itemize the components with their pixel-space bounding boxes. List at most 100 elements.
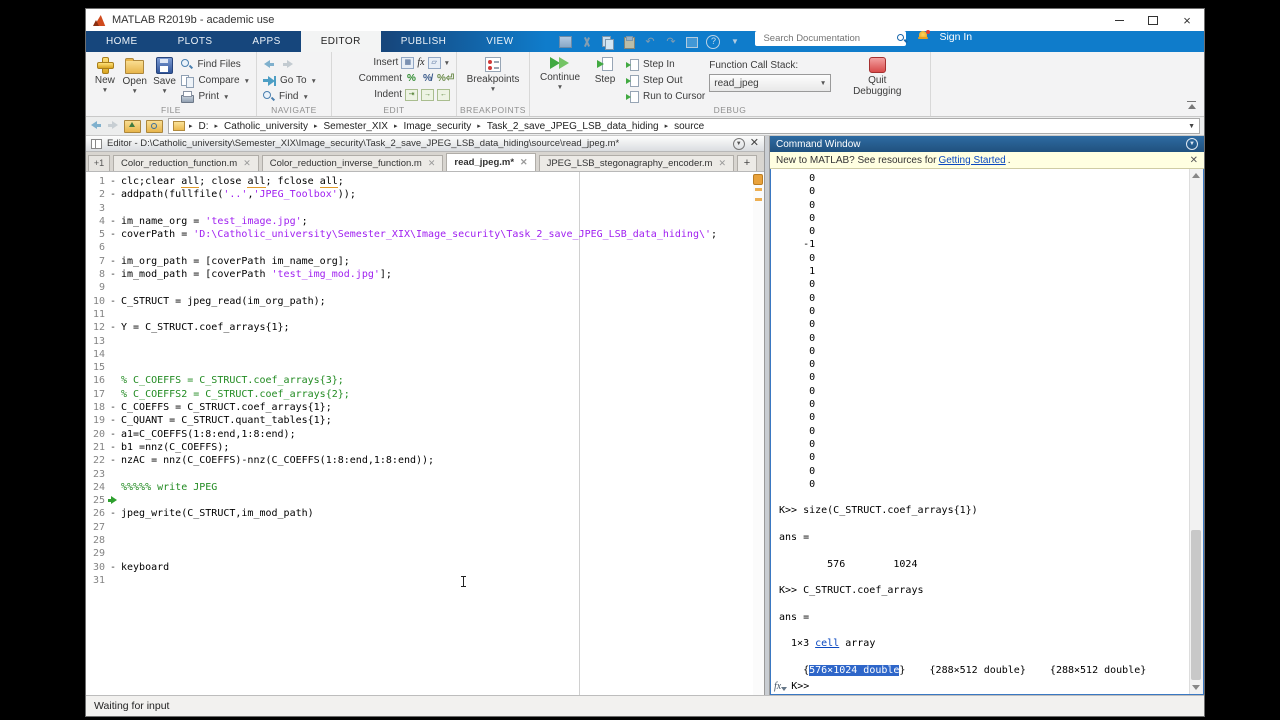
uncomment-icon[interactable]: %̸ [421, 73, 434, 84]
continue-button[interactable]: Continue ▼ [536, 55, 584, 104]
cell-link[interactable]: cell [815, 638, 839, 649]
line-number[interactable]: 27 [86, 521, 105, 534]
line-number[interactable]: 24 [86, 481, 105, 494]
line-number[interactable]: 9 [86, 281, 105, 294]
forward-arrow-icon[interactable] [107, 121, 119, 131]
line-number[interactable]: 13 [86, 335, 105, 348]
code-line[interactable]: 15 [86, 361, 764, 374]
ribbon-tab-publish[interactable]: PUBLISH [381, 31, 467, 52]
code-line[interactable]: 24%%%%% write JPEG [86, 481, 764, 494]
getting-started-link[interactable]: Getting Started [938, 155, 1005, 166]
open-button[interactable]: Open ▼ [122, 55, 148, 104]
line-number[interactable]: 3 [86, 202, 105, 215]
line-number[interactable]: 5 [86, 228, 105, 241]
code-line[interactable]: 25 [86, 494, 764, 507]
line-number[interactable]: 14 [86, 348, 105, 361]
banner-close-icon[interactable]: ✕ [1190, 155, 1198, 166]
tab-overflow-indicator[interactable]: +1 [88, 155, 110, 171]
qat-cut-icon[interactable] [580, 36, 593, 48]
fx-icon[interactable]: fx [774, 681, 788, 692]
editor-tab[interactable]: Color_reduction_function.m ✕ [113, 155, 259, 171]
ribbon-tab-home[interactable]: HOME [86, 31, 158, 52]
line-number[interactable]: 4 [86, 215, 105, 228]
line-number[interactable]: 29 [86, 547, 105, 560]
line-number[interactable]: 1 [86, 175, 105, 188]
smart-indent-icon[interactable]: ⇥ [405, 88, 418, 101]
code-line[interactable]: 11 [86, 308, 764, 321]
qat-paste-icon[interactable] [622, 35, 636, 49]
comment-icon[interactable]: % [405, 73, 418, 84]
insert-section-icon[interactable]: ▦ [401, 56, 415, 69]
back-icon[interactable] [263, 59, 275, 70]
breadcrumb-segment[interactable]: Task_2_save_JPEG_LSB_data_hiding [487, 121, 659, 132]
search-input[interactable] [761, 32, 898, 45]
qat-copy-icon[interactable] [601, 35, 615, 50]
line-number[interactable]: 10 [86, 295, 105, 308]
line-number[interactable]: 30 [86, 561, 105, 574]
code-line[interactable]: 9 [86, 281, 764, 294]
go-to-button[interactable]: Go To ▼ [263, 73, 325, 88]
command-window-output[interactable]: 0 0 0 0 0 -1 0 1 0 0 0 0 0 0 0 0 0 0 0 0… [771, 169, 1203, 679]
indent-left-icon[interactable]: ← [437, 88, 450, 101]
line-number[interactable]: 19 [86, 414, 105, 427]
command-prompt[interactable]: K>> [791, 681, 809, 692]
step-button[interactable]: Step [588, 55, 622, 104]
command-window-scrollbar[interactable] [1189, 169, 1203, 694]
line-number[interactable]: 11 [86, 308, 105, 321]
line-number[interactable]: 6 [86, 241, 105, 254]
mlint-warning-tick[interactable] [755, 198, 762, 201]
breadcrumb-segment[interactable]: Semester_XIX [323, 121, 387, 132]
scroll-down-icon[interactable] [1192, 685, 1200, 690]
code-line[interactable]: 26- jpeg_write(C_STRUCT,im_mod_path) [86, 507, 764, 520]
code-line[interactable]: 7- im_org_path = [coverPath im_name_org]; [86, 255, 764, 268]
line-number[interactable]: 17 [86, 388, 105, 401]
find-button[interactable]: Find ▼ [263, 89, 325, 104]
ribbon-tab-apps[interactable]: APPS [232, 31, 300, 52]
ribbon-tab-editor[interactable]: EDITOR [300, 31, 381, 52]
breakpoints-button[interactable]: Breakpoints ▼ [465, 55, 521, 104]
code-line[interactable]: 22- nzAC = nnz(C_COEFFS)-nnz(C_COEFFS(1:8… [86, 454, 764, 467]
line-number[interactable]: 20 [86, 428, 105, 441]
code-line[interactable]: 12- Y = C_STRUCT.coef_arrays{1}; [86, 321, 764, 334]
code-line[interactable]: 18- C_COEFFS = C_STRUCT.coef_arrays{1}; [86, 401, 764, 414]
line-number[interactable]: 7 [86, 255, 105, 268]
breadcrumb-segment[interactable]: Catholic_university [224, 121, 308, 132]
breadcrumb-segment[interactable]: Image_security [403, 121, 471, 132]
line-number[interactable]: 25 [86, 494, 105, 507]
code-line[interactable]: 10- C_STRUCT = jpeg_read(im_org_path); [86, 295, 764, 308]
tab-close-icon[interactable]: ✕ [520, 157, 528, 168]
code-line[interactable]: 3 [86, 202, 764, 215]
notifications-bell-icon[interactable] [918, 30, 931, 41]
editor-tab[interactable]: Color_reduction_inverse_function.m ✕ [261, 155, 444, 171]
print-button[interactable]: Print ▼ [181, 89, 250, 104]
code-line[interactable]: 4- im_name_org = 'test_image.jpg'; [86, 215, 764, 228]
breadcrumb-segment[interactable]: source [674, 121, 704, 132]
code-line[interactable]: 23 [86, 468, 764, 481]
code-line[interactable]: 31 [86, 574, 764, 587]
find-files-button[interactable]: Find Files [181, 57, 250, 72]
line-number[interactable]: 16 [86, 374, 105, 387]
step-out-button[interactable]: Step Out [626, 73, 705, 88]
line-number[interactable]: 8 [86, 268, 105, 281]
code-line[interactable]: 16% C_COEFFS = C_STRUCT.coef_arrays{3}; [86, 374, 764, 387]
code-line[interactable]: 19- C_QUANT = C_STRUCT.quant_tables{1}; [86, 414, 764, 427]
new-button[interactable]: New ▼ [92, 55, 118, 104]
qat-help-icon[interactable]: ? [706, 34, 721, 49]
insert-snippet-icon[interactable]: ▱ [427, 56, 441, 69]
close-button[interactable]: × [1170, 9, 1204, 31]
code-line[interactable]: 1- clc;clear all; close all; fclose all; [86, 175, 764, 188]
sign-in-link[interactable]: Sign In [939, 31, 972, 52]
code-line[interactable]: 5- coverPath = 'D:\Catholic_university\Se… [86, 228, 764, 241]
editor-tab[interactable]: JPEG_LSB_stegonagraphy_encoder.m ✕ [538, 155, 734, 171]
comment-label[interactable]: Comment [356, 73, 402, 84]
back-arrow-icon[interactable] [90, 121, 102, 131]
line-number[interactable]: 26 [86, 507, 105, 520]
save-button[interactable]: Save ▼ [152, 55, 178, 104]
command-window-menu-icon[interactable]: ▼ [1186, 138, 1198, 150]
run-to-cursor-button[interactable]: Run to Cursor [626, 89, 705, 104]
indent-right-icon[interactable]: → [421, 88, 434, 101]
code-line[interactable]: 14 [86, 348, 764, 361]
new-tab-button[interactable]: + [736, 155, 757, 171]
code-line[interactable]: 13 [86, 335, 764, 348]
line-number[interactable]: 21 [86, 441, 105, 454]
